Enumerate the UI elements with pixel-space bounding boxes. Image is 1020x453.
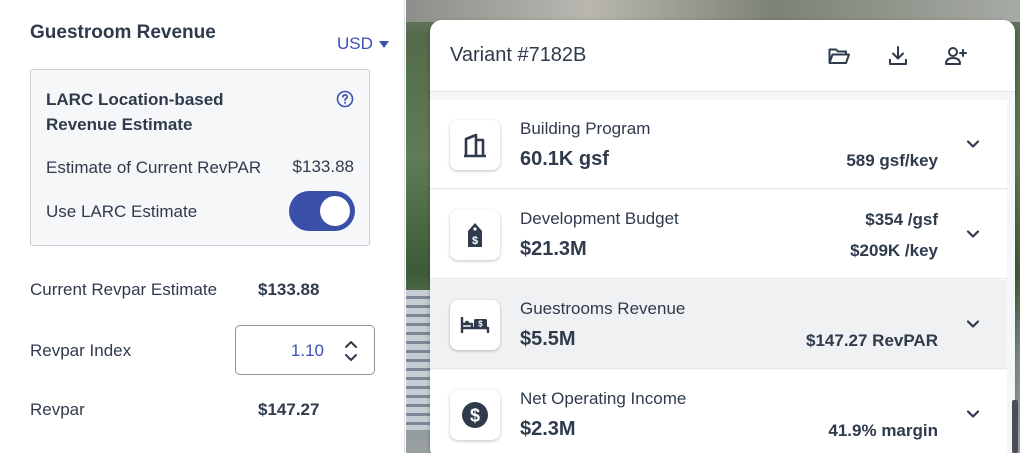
metric-detail: $147.27 RevPAR (806, 331, 938, 350)
building-icon (464, 133, 486, 158)
guestroom-revenue-panel: Guestroom Revenue USD LARC Location-base… (0, 0, 405, 453)
metric-value: $21.3M (520, 238, 587, 260)
use-larc-label: Use LARC Estimate (46, 202, 198, 221)
metric-icon-box: $ (450, 390, 500, 440)
metric-icon-box: $ (450, 300, 500, 350)
price-tag-icon: $ (468, 223, 482, 247)
metric-net-operating-income[interactable]: $ Net Operating Income $2.3M 41.9% margi… (430, 370, 1007, 453)
metric-value: $2.3M (520, 418, 576, 440)
metric-guestrooms-revenue[interactable]: $ Guestrooms Revenue $5.5M $147.27 RevPA… (430, 280, 1007, 369)
metric-detail: 41.9% margin (828, 421, 938, 440)
currency-label: USD (337, 34, 373, 53)
chevron-down-icon[interactable] (965, 136, 981, 152)
metric-icon-box: $ (450, 210, 500, 260)
revpar-index-value: 1.10 (290, 341, 324, 360)
revpar-value: $147.27 (258, 400, 320, 419)
metric-value: 60.1K gsf (520, 148, 609, 170)
use-larc-toggle[interactable] (289, 191, 355, 231)
estimate-value: $133.88 (292, 157, 354, 176)
metric-detail: $209K /key (850, 241, 938, 260)
svg-text:$: $ (470, 406, 480, 426)
currency-select[interactable]: USD (337, 34, 389, 54)
estimate-label: Estimate of Current RevPAR (46, 158, 262, 177)
add-user-icon[interactable] (944, 44, 968, 68)
current-revpar-label: Current Revpar Estimate (30, 280, 218, 299)
metric-label: Net Operating Income (520, 389, 687, 408)
svg-text:$: $ (472, 235, 478, 247)
metric-building-program[interactable]: Building Program 60.1K gsf 589 gsf/key (430, 100, 1007, 189)
larc-estimate-card: LARC Location-based Revenue Estimate Est… (30, 69, 370, 246)
stepper-icon[interactable] (344, 338, 358, 364)
revpar-index-label: Revpar Index (30, 341, 132, 360)
variant-card: Variant #7182B Building Program 60.1K gs… (430, 20, 1015, 453)
revpar-index-input[interactable]: 1.10 (235, 325, 375, 375)
metric-icon-box (450, 120, 500, 170)
scrollbar-thumb[interactable] (1012, 400, 1018, 453)
metric-detail-top: $354 /gsf (865, 210, 938, 229)
list-top-spacer (430, 92, 1015, 100)
metric-label: Development Budget (520, 209, 679, 228)
variant-header: Variant #7182B (430, 20, 1015, 92)
chevron-down-icon[interactable] (965, 226, 981, 242)
variant-title: Variant #7182B (450, 44, 587, 66)
metric-development-budget[interactable]: $ Development Budget $21.3M $354 /gsf $2… (430, 190, 1007, 279)
metric-label: Building Program (520, 119, 651, 138)
help-icon[interactable] (336, 90, 354, 108)
larc-title: LARC Location-based Revenue Estimate (46, 90, 224, 134)
map-rooftops (406, 0, 1020, 22)
caret-down-icon (378, 40, 389, 48)
metric-value: $5.5M (520, 328, 576, 350)
map-building (406, 290, 432, 430)
chevron-down-icon[interactable] (965, 316, 981, 332)
revpar-label: Revpar (30, 400, 85, 419)
panel-title: Guestroom Revenue (30, 22, 216, 43)
chevron-down-icon[interactable] (965, 406, 981, 422)
current-revpar-value: $133.88 (258, 280, 320, 299)
toggle-knob (320, 196, 350, 226)
metric-label: Guestrooms Revenue (520, 299, 686, 318)
metric-detail: 589 gsf/key (846, 151, 938, 170)
svg-text:$: $ (478, 320, 483, 329)
dollar-coin-icon: $ (462, 402, 488, 428)
bed-dollar-icon: $ (460, 317, 490, 333)
folder-open-icon[interactable] (827, 44, 851, 68)
download-icon[interactable] (886, 44, 910, 68)
